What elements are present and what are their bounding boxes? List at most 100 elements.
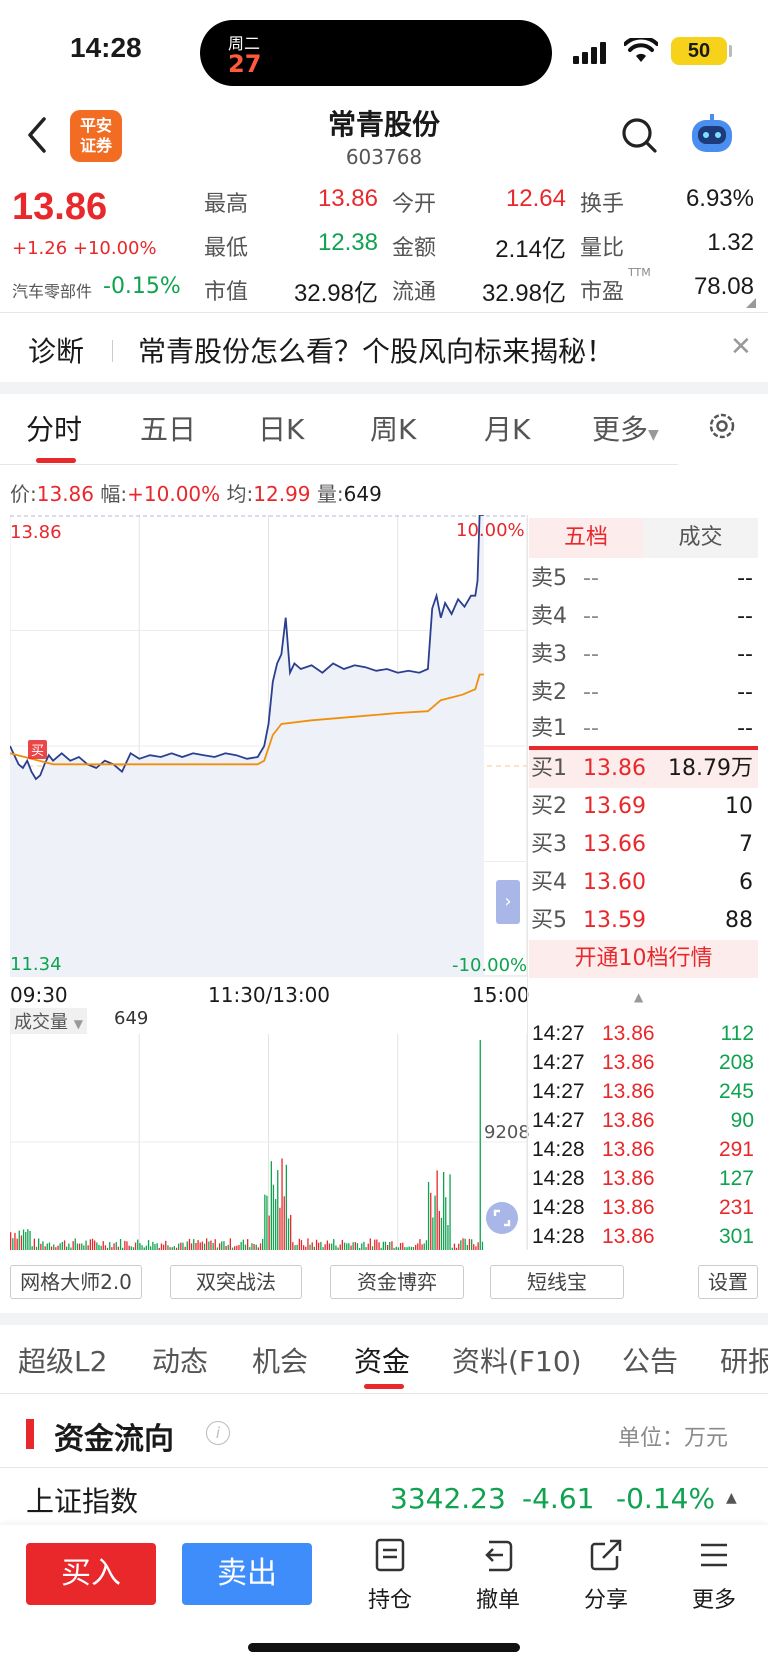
tool-settings[interactable]: 设置 xyxy=(698,1265,758,1299)
volume-bar xyxy=(283,1196,285,1250)
volume-bar xyxy=(169,1247,171,1250)
volume-indicator-select[interactable]: 成交量 ▼ xyxy=(10,1008,87,1034)
volume-bar xyxy=(376,1239,378,1250)
info-icon[interactable]: i xyxy=(206,1421,230,1445)
tab-weekly-k[interactable]: 周K xyxy=(370,408,416,448)
volume-bar xyxy=(102,1241,104,1250)
tick-time: 14:27 xyxy=(532,1080,585,1103)
sector-name[interactable]: 汽车零部件 xyxy=(12,278,92,302)
volume-bar xyxy=(410,1246,412,1250)
gear-icon[interactable] xyxy=(706,410,738,442)
volume-bar xyxy=(436,1170,438,1250)
tick-price: 13.86 xyxy=(602,1051,655,1074)
ask-volume: -- xyxy=(737,604,753,629)
undo-order-icon xyxy=(485,1540,513,1572)
diagnosis-banner-text[interactable]: 常青股份怎么看？个股风向标来揭秘！ xyxy=(138,330,614,370)
tab-intraday[interactable]: 分时 xyxy=(26,408,82,448)
tick-time: 14:27 xyxy=(532,1109,585,1132)
sell-button[interactable]: 卖出 xyxy=(182,1543,312,1605)
island-date: 27 xyxy=(228,50,262,78)
tab-capital[interactable]: 资金 xyxy=(354,1340,410,1380)
more-button[interactable]: 更多 xyxy=(674,1538,754,1614)
tab-daily-k[interactable]: 日K xyxy=(258,408,304,448)
volume-bar xyxy=(195,1243,197,1250)
open-level10-button[interactable]: 开通10档行情 xyxy=(529,940,758,978)
label-open: 今开 xyxy=(392,192,437,217)
tool-fund-game[interactable]: 资金博弈 xyxy=(330,1265,464,1299)
volume-bar xyxy=(193,1239,195,1250)
fullscreen-icon[interactable] xyxy=(486,1202,518,1234)
buy-signal-marker[interactable]: 买 xyxy=(28,740,48,759)
tick-volume: 112 xyxy=(720,1022,754,1045)
volume-bar xyxy=(40,1243,42,1250)
volume-bar xyxy=(318,1242,320,1250)
tab-monthly-k[interactable]: 月K xyxy=(484,408,530,448)
ai-assistant-robot-icon[interactable] xyxy=(688,112,736,156)
tab-f10[interactable]: 资料(F10) xyxy=(452,1340,582,1380)
tab-news[interactable]: 动态 xyxy=(152,1340,208,1380)
intraday-price-chart[interactable] xyxy=(10,515,527,977)
holdings-button[interactable]: 持仓 xyxy=(350,1538,430,1614)
tool-double-breakout[interactable]: 双突战法 xyxy=(170,1265,302,1299)
volume-bar xyxy=(430,1192,432,1250)
volume-bar xyxy=(440,1217,443,1250)
cancel-order-button[interactable]: 撤单 xyxy=(458,1538,538,1614)
expand-panel-chevron-icon[interactable]: › xyxy=(496,880,520,924)
volume-bar xyxy=(63,1240,66,1250)
volume-bar xyxy=(212,1243,214,1250)
volume-bar xyxy=(242,1239,244,1250)
tick-price: 13.86 xyxy=(602,1167,655,1190)
pct-axis-bottom-label: -10.00% xyxy=(452,955,528,976)
tab-more[interactable]: 更多▼ xyxy=(592,408,659,448)
scroll-up-icon[interactable]: ▲ xyxy=(634,990,643,1004)
tab-five-day[interactable]: 五日 xyxy=(140,408,196,448)
battery-indicator: 50 xyxy=(671,37,727,65)
volume-bar xyxy=(466,1245,468,1250)
volume-bar xyxy=(296,1244,298,1250)
volume-bar xyxy=(333,1239,335,1250)
search-icon[interactable] xyxy=(620,116,660,156)
volume-bar xyxy=(393,1247,395,1250)
index-name[interactable]: 上证指数 xyxy=(26,1480,138,1520)
volume-bar xyxy=(72,1241,74,1250)
volume-bar xyxy=(171,1247,173,1250)
tool-short-line[interactable]: 短线宝 xyxy=(490,1265,624,1299)
volume-bar xyxy=(460,1240,462,1250)
share-button[interactable]: 分享 xyxy=(566,1538,646,1614)
tick-price: 13.86 xyxy=(602,1138,655,1161)
volume-bar xyxy=(117,1246,119,1250)
tick-time: 14:28 xyxy=(532,1167,585,1190)
volume-bar xyxy=(244,1244,247,1250)
bid-price: 13.69 xyxy=(583,794,646,819)
tab-research[interactable]: 研报 xyxy=(720,1340,768,1380)
volume-bar xyxy=(249,1247,251,1250)
tab-announcements[interactable]: 公告 xyxy=(622,1340,678,1380)
info-vol: 649 xyxy=(343,482,382,506)
tab-trades[interactable]: 成交 xyxy=(643,518,758,558)
volume-bar xyxy=(268,1215,270,1250)
close-icon[interactable]: ✕ xyxy=(730,332,752,362)
volume-bar xyxy=(50,1246,53,1250)
tab-five-levels[interactable]: 五档 xyxy=(529,518,643,558)
collapse-arrow-icon[interactable]: ▲ xyxy=(726,1490,737,1506)
label-volume-ratio: 量比 xyxy=(580,236,625,261)
tool-grid-master[interactable]: 网格大师2.0 xyxy=(10,1265,142,1299)
volume-bar xyxy=(143,1247,145,1250)
volume-bar xyxy=(464,1238,466,1250)
volume-bar xyxy=(188,1238,191,1250)
bid-price: 13.66 xyxy=(583,832,646,857)
info-avg-label: 均: xyxy=(226,482,254,506)
tab-research-clip: 研报 xyxy=(720,1340,768,1380)
trade-tick-row: 14:28 13.86 291 xyxy=(532,1135,754,1164)
volume-bar xyxy=(76,1243,79,1250)
tab-super-l2[interactable]: 超级L2 xyxy=(18,1340,107,1380)
home-indicator xyxy=(248,1643,520,1652)
volume-bar xyxy=(85,1240,87,1250)
label-turnover: 换手 xyxy=(580,192,625,217)
time-axis-mid: 11:30/13:00 xyxy=(208,983,331,1007)
volume-bar xyxy=(369,1238,371,1250)
volume-bar xyxy=(272,1184,275,1250)
buy-button[interactable]: 买入 xyxy=(26,1543,156,1605)
volume-bar xyxy=(240,1242,242,1250)
tab-opportunity[interactable]: 机会 xyxy=(252,1340,308,1380)
